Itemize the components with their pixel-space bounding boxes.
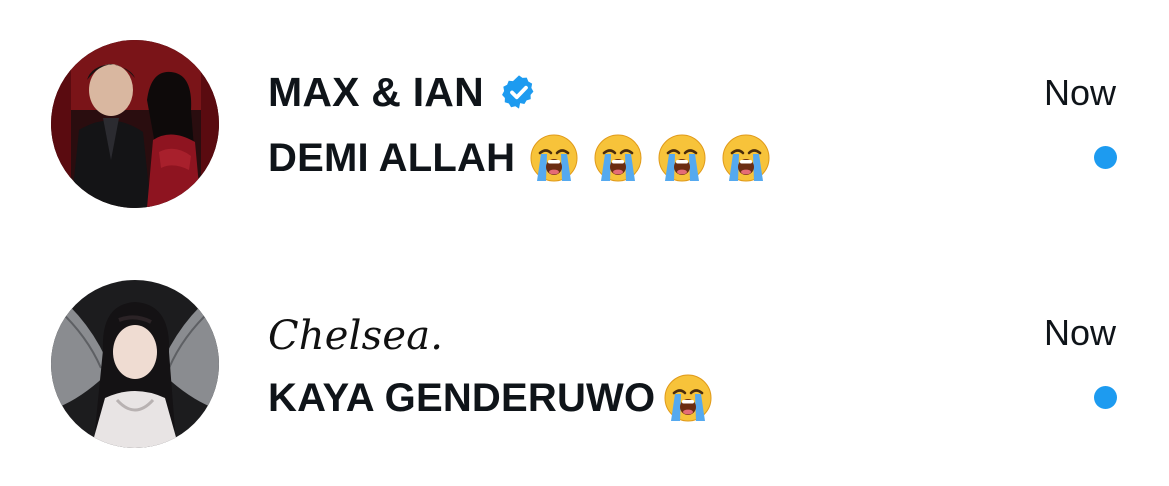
message-preview: KAYA GENDERUWO (268, 366, 713, 430)
conversation-list: MAX & IAN DEMI ALLAH Now Chelsea. KAYA G… (0, 0, 1169, 486)
loudly-crying-face-icon (721, 133, 771, 183)
timestamp: Now (1043, 312, 1116, 353)
loudly-crying-face-icon (529, 133, 579, 183)
name-line: MAX & IAN (268, 60, 538, 124)
loudly-crying-face-icon (663, 373, 713, 423)
unread-indicator (1094, 146, 1117, 169)
conversation-row[interactable]: MAX & IAN DEMI ALLAH Now (0, 0, 1169, 240)
loudly-crying-face-icon (593, 133, 643, 183)
verified-badge-icon (500, 73, 538, 111)
unread-indicator (1094, 386, 1117, 409)
message-text: KAYA GENDERUWO (268, 376, 656, 420)
timestamp: Now (1043, 72, 1116, 113)
contact-name[interactable]: MAX & IAN (268, 71, 484, 113)
conversation-row[interactable]: Chelsea. KAYA GENDERUWO Now (0, 240, 1169, 480)
loudly-crying-face-icon (657, 133, 707, 183)
avatar-image (51, 280, 219, 448)
avatar-image (51, 40, 219, 208)
avatar[interactable] (51, 40, 219, 208)
name-line: Chelsea. (268, 304, 443, 368)
emoji-group (655, 373, 713, 423)
avatar[interactable] (51, 280, 219, 448)
emoji-group (515, 133, 771, 183)
message-preview: DEMI ALLAH (268, 126, 771, 190)
message-text: DEMI ALLAH (268, 136, 516, 180)
contact-name[interactable]: Chelsea. (268, 316, 443, 356)
